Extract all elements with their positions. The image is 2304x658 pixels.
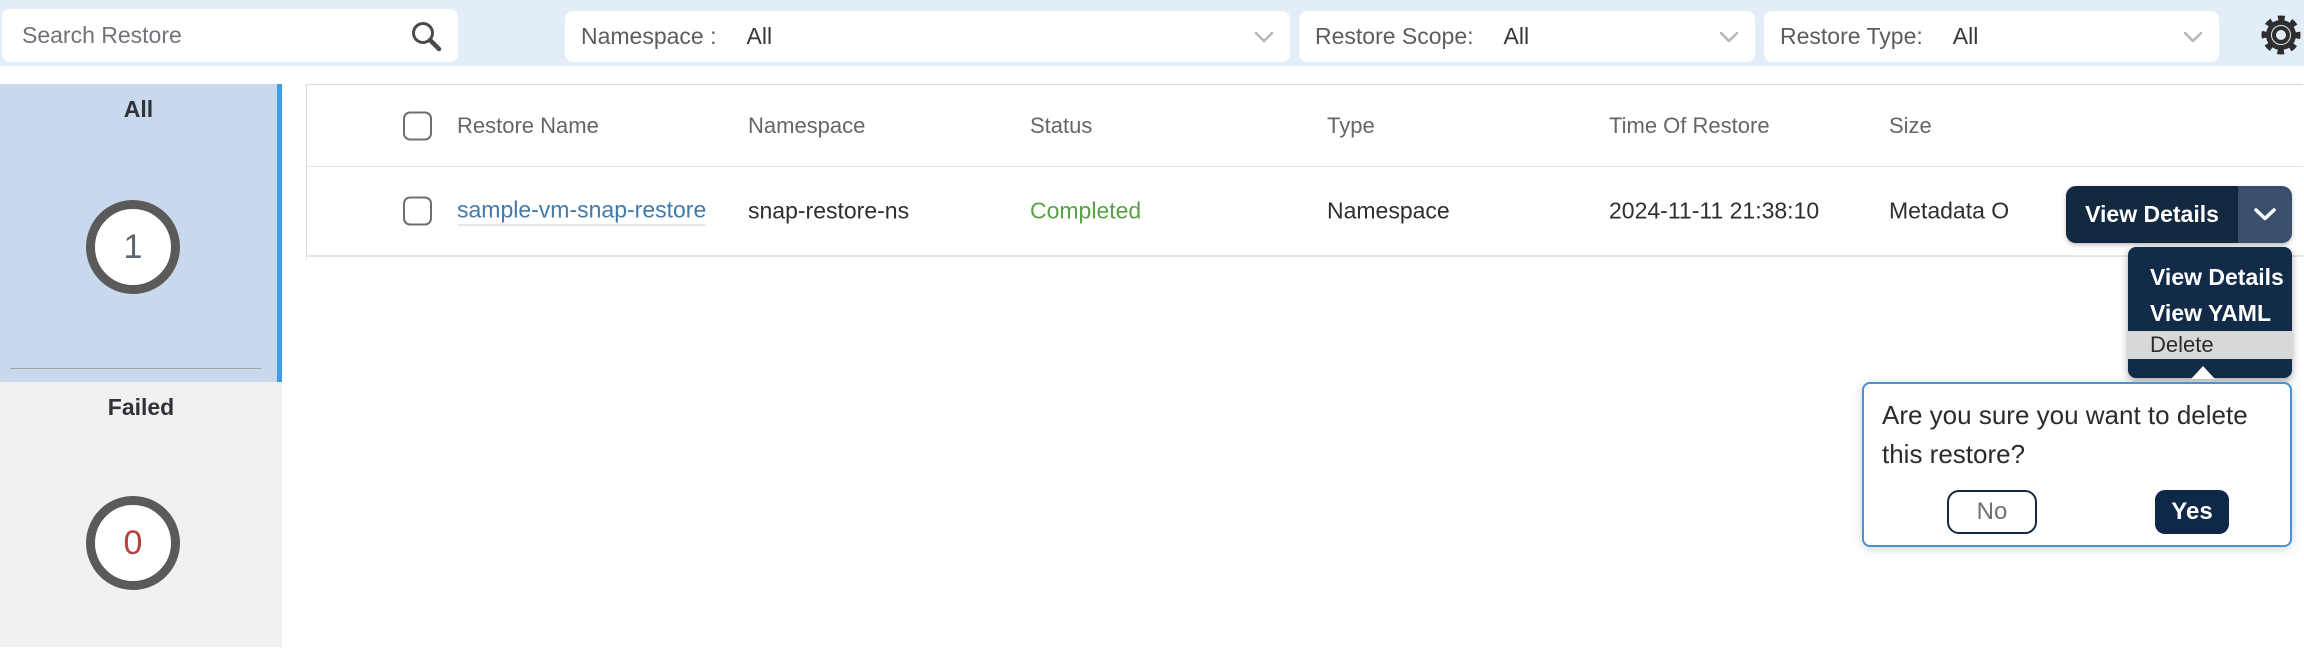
table-header-row: Restore Name Namespace Status Type Time … (307, 85, 2303, 167)
column-header-type: Type (1327, 113, 1375, 139)
menu-item-delete[interactable]: Delete (2128, 331, 2292, 359)
restore-type-filter-value: All (1953, 23, 1979, 50)
confirm-no-button[interactable]: No (1947, 490, 2037, 534)
popup-arrow (2191, 366, 2215, 379)
menu-item-view-yaml[interactable]: View YAML (2128, 295, 2292, 331)
chevron-down-icon (2183, 31, 2203, 43)
chevron-down-icon (1719, 31, 1739, 43)
restore-type-filter-dropdown[interactable]: Restore Type: All (1764, 11, 2219, 62)
search-box[interactable] (2, 9, 458, 62)
failed-count-circle: 0 (86, 496, 180, 590)
namespace-filter-value: All (747, 23, 773, 50)
restore-table: Restore Name Namespace Status Type Time … (306, 84, 2303, 260)
delete-confirm-message: Are you sure you want to delete this res… (1882, 396, 2282, 474)
menu-item-view-details[interactable]: View Details (2128, 259, 2292, 295)
chevron-down-icon (2254, 208, 2276, 221)
sidebar-tab-failed[interactable]: Failed 0 (0, 382, 282, 647)
row-actions-menu: View Details View YAML Delete (2128, 247, 2292, 378)
select-all-checkbox[interactable] (403, 111, 432, 140)
column-header-status: Status (1030, 113, 1092, 139)
time-of-restore-cell: 2024-11-11 21:38:10 (1609, 198, 1819, 225)
table-row: sample-vm-snap-restore snap-restore-ns C… (307, 167, 2303, 257)
view-details-button[interactable]: View Details (2066, 186, 2238, 243)
restore-name-link[interactable]: sample-vm-snap-restore (457, 197, 706, 226)
namespace-filter-label: Namespace : (581, 23, 717, 50)
sidebar-tab-all-label: All (0, 84, 277, 123)
sidebar-divider (10, 368, 261, 369)
all-count-circle: 1 (86, 200, 180, 294)
restore-scope-filter-label: Restore Scope: (1315, 23, 1474, 50)
restore-scope-filter-dropdown[interactable]: Restore Scope: All (1299, 11, 1755, 62)
restore-list-page: Namespace : All Restore Scope: All Resto… (0, 0, 2304, 658)
settings-gear-icon[interactable] (2258, 12, 2304, 58)
type-cell: Namespace (1327, 198, 1450, 225)
delete-confirm-popup: Are you sure you want to delete this res… (1862, 382, 2292, 547)
namespace-filter-dropdown[interactable]: Namespace : All (565, 11, 1290, 62)
column-header-restore-name: Restore Name (457, 113, 599, 139)
restore-scope-filter-value: All (1504, 23, 1530, 50)
namespace-cell: snap-restore-ns (748, 198, 909, 225)
status-badge: Completed (1030, 198, 1141, 225)
all-count: 1 (124, 228, 143, 267)
actions-caret-button[interactable] (2238, 186, 2292, 243)
sidebar-tab-failed-label: Failed (0, 382, 282, 421)
column-header-time: Time Of Restore (1609, 113, 1770, 139)
search-input[interactable] (2, 9, 402, 62)
column-header-size: Size (1889, 113, 1932, 139)
chevron-down-icon (1254, 31, 1274, 43)
column-header-namespace: Namespace (748, 113, 865, 139)
row-checkbox[interactable] (403, 197, 432, 226)
sidebar-tab-all[interactable]: All 1 (0, 84, 282, 382)
size-cell: Metadata O (1889, 198, 2009, 225)
search-icon[interactable] (408, 19, 444, 55)
filter-bar: Namespace : All Restore Scope: All Resto… (0, 0, 2304, 66)
confirm-yes-button[interactable]: Yes (2155, 490, 2229, 534)
failed-count: 0 (124, 524, 143, 563)
restore-type-filter-label: Restore Type: (1780, 23, 1923, 50)
